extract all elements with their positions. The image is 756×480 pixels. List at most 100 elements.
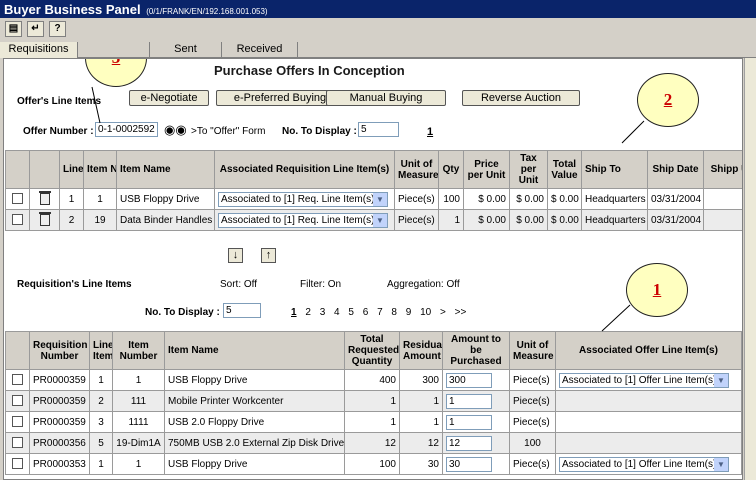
offer-number-input[interactable]: 0-1-0002592 (95, 122, 158, 137)
trash-icon[interactable] (29, 188, 60, 210)
page-link[interactable]: 2 (305, 307, 311, 318)
back-icon[interactable]: ↵ (27, 21, 44, 37)
last-page-link[interactable]: >> (455, 307, 467, 318)
col-assoc-offer[interactable]: Associated Offer Line Item(s) (555, 331, 742, 370)
page-link[interactable]: 4 (334, 307, 340, 318)
next-page-link[interactable]: > (440, 307, 446, 318)
e-preferred-buying-button[interactable]: e-Preferred Buying (216, 90, 344, 106)
page-link[interactable]: 9 (406, 307, 412, 318)
col-item-number[interactable]: Item Number (83, 150, 117, 189)
offer-display-input[interactable]: 5 (358, 122, 399, 137)
row-checkbox[interactable] (5, 411, 30, 433)
cell-item-name: USB 2.0 Floppy Drive (164, 411, 345, 433)
binoculars-icon[interactable]: ◉◉ (164, 122, 187, 138)
cell-uom: 100 (509, 432, 556, 454)
cell-item-name: USB Floppy Drive (164, 369, 345, 391)
cell-req-number: PR0000359 (29, 411, 90, 433)
arrow-up-icon[interactable]: ↑ (261, 248, 276, 263)
col-ship-date[interactable]: Ship Date (647, 150, 704, 189)
main-content: Purchase Offers In Conception Offer's Li… (3, 58, 743, 480)
page-link[interactable]: 1 (291, 307, 297, 318)
tab-hidden[interactable] (78, 42, 150, 58)
cell-ship-to: Headquarters (581, 188, 648, 210)
page-link[interactable]: 5 (348, 307, 354, 318)
page-link[interactable]: 3 (320, 307, 326, 318)
page-link[interactable]: 7 (377, 307, 383, 318)
col-price[interactable]: Price per Unit (463, 150, 510, 189)
cell-shipping (703, 209, 742, 231)
col-tax[interactable]: Tax per Unit (509, 150, 548, 189)
cell-line-item: 2 (89, 390, 113, 412)
cell-item-number: 1 (83, 188, 117, 210)
arrow-down-icon[interactable]: ↓ (228, 248, 243, 263)
cell-ship-date: 03/31/2004 (647, 209, 704, 231)
cell-assoc: Associated to [1] Req. Line Item(s) ▼ (214, 209, 395, 231)
page-link[interactable]: 6 (363, 307, 369, 318)
row-checkbox[interactable] (5, 188, 30, 210)
assoc-offer-select[interactable]: Associated to [1] Offer Line Item(s) ▼ (559, 372, 729, 388)
assoc-req-select[interactable]: Associated to [1] Req. Line Item(s) ▼ (218, 212, 388, 228)
page-icon[interactable]: ▤ (5, 21, 22, 37)
req-display-input[interactable]: 5 (223, 303, 261, 318)
row-checkbox[interactable] (5, 369, 30, 391)
cell-uom: Piece(s) (509, 390, 556, 412)
amount-input[interactable]: 1 (446, 414, 492, 430)
col-line-item[interactable]: Line Item (59, 150, 84, 189)
col-shipping[interactable]: Shipp U (703, 150, 742, 189)
assoc-req-select[interactable]: Associated to [1] Req. Line Item(s) ▼ (218, 191, 388, 207)
trash-icon[interactable] (29, 209, 60, 231)
col-uom[interactable]: Unit of Measure (509, 331, 556, 370)
amount-input[interactable]: 12 (446, 435, 492, 451)
cell-residual: 12 (399, 432, 443, 454)
row-checkbox[interactable] (5, 209, 30, 231)
col-ship-to[interactable]: Ship To (581, 150, 648, 189)
offer-number-label: Offer Number : (23, 126, 94, 137)
row-checkbox[interactable] (5, 432, 30, 454)
col-uom[interactable]: Unit of Measure (394, 150, 439, 189)
col-item-name[interactable]: Item Name (164, 331, 345, 370)
e-negotiate-button[interactable]: e-Negotiate (129, 90, 209, 106)
cell-req-number: PR0000356 (29, 432, 90, 454)
col-total-qty[interactable]: Total Requested Quantity (344, 331, 400, 370)
col-line-item[interactable]: Line Item (89, 331, 113, 370)
cell-line-item: 1 (89, 453, 113, 475)
col-total[interactable]: Total Value (547, 150, 582, 189)
assoc-offer-select[interactable]: Associated to [1] Offer Line Item(s) ▼ (559, 456, 729, 472)
amount-input[interactable]: 30 (446, 456, 492, 472)
row-checkbox[interactable] (5, 390, 30, 412)
toolbar: ▤ ↵ ? (0, 18, 756, 40)
col-assoc-req[interactable]: Associated Requisition Line Item(s) (214, 150, 395, 189)
help-icon[interactable]: ? (49, 21, 66, 37)
to-offer-form-link[interactable]: >To "Offer" Form (191, 126, 265, 137)
col-item-name[interactable]: Item Name (116, 150, 215, 189)
cell-total-qty: 1 (344, 411, 400, 433)
page-title: Purchase Offers In Conception (214, 63, 405, 78)
filter-status[interactable]: Filter: On (300, 279, 341, 290)
row-checkbox[interactable] (5, 453, 30, 475)
sort-status[interactable]: Sort: Off (220, 279, 257, 290)
tab-sent[interactable]: Sent (150, 42, 222, 58)
cell-ship-to: Headquarters (581, 209, 648, 231)
offer-page-1[interactable]: 1 (427, 126, 433, 138)
col-item-number[interactable]: Item Number (112, 331, 165, 370)
vertical-scrollbar[interactable] (744, 58, 756, 480)
manual-buying-button[interactable]: Manual Buying (326, 90, 446, 106)
cell-item-name: 750MB USB 2.0 External Zip Disk Drive (164, 432, 345, 454)
cell-assoc (555, 411, 742, 433)
tab-received[interactable]: Received (222, 42, 298, 58)
cell-amount: 1 (442, 390, 510, 412)
requisition-row: PR0000359 3 1111 USB 2.0 Floppy Drive 1 … (5, 411, 742, 433)
amount-input[interactable]: 300 (446, 372, 492, 388)
cell-line-item: 2 (59, 209, 84, 231)
col-qty[interactable]: Qty (438, 150, 464, 189)
col-residual[interactable]: Residual Amount (399, 331, 443, 370)
reverse-auction-button[interactable]: Reverse Auction (462, 90, 580, 106)
amount-input[interactable]: 1 (446, 393, 492, 409)
window-title: Buyer Business Panel (4, 2, 141, 17)
col-req-number[interactable]: Requisition Number (29, 331, 90, 370)
page-link[interactable]: 8 (391, 307, 397, 318)
page-link[interactable]: 10 (420, 307, 431, 318)
aggregation-status[interactable]: Aggregation: Off (387, 279, 460, 290)
tab-requisitions[interactable]: Requisitions (0, 42, 78, 58)
col-amount[interactable]: Amount to be Purchased (442, 331, 510, 370)
